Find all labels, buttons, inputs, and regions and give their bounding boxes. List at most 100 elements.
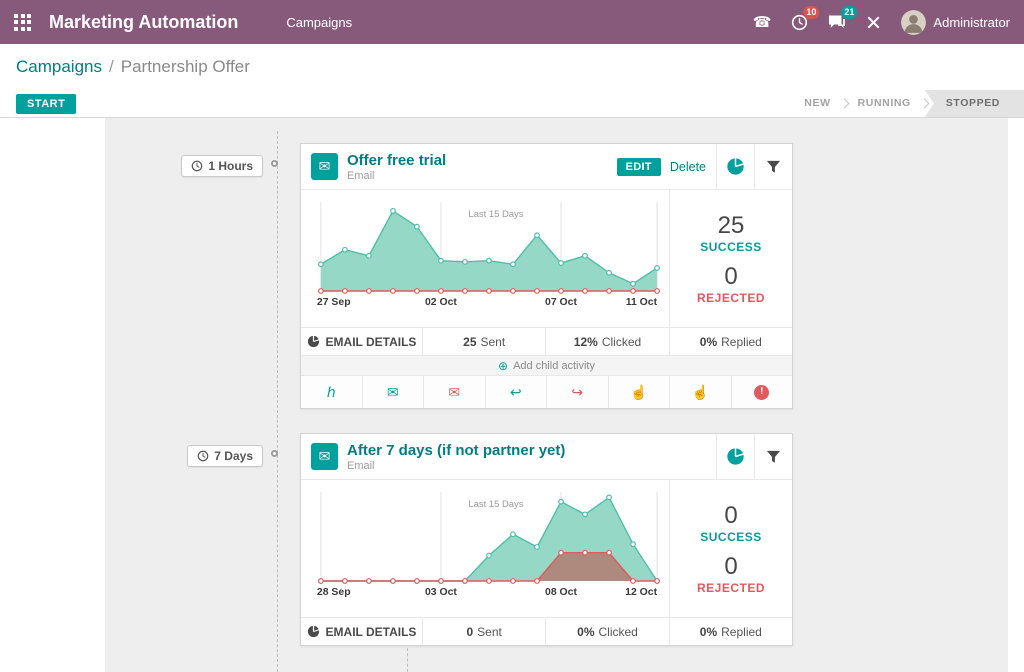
start-button[interactable]: START — [16, 94, 76, 114]
status-pipeline: NEW RUNNING STOPPED — [791, 90, 1024, 117]
app-title[interactable]: Marketing Automation — [49, 12, 238, 33]
activity-count-badge: 10 — [803, 6, 819, 19]
svg-text:28 Sep: 28 Sep — [317, 587, 351, 598]
not-replied-icon[interactable]: ↪ — [546, 376, 608, 408]
messages-icon[interactable]: 21 — [828, 14, 846, 30]
activity-kpi-panel: 25 SUCCESS 0 REJECTED — [669, 190, 792, 327]
reply-icon[interactable]: ↩ — [485, 376, 547, 408]
clicked-icon[interactable]: ☝ — [608, 376, 670, 408]
child-activity-trigger-row: ℎ✉✉↩↪☝☝! — [301, 375, 792, 408]
activity-card: ✉ Offer free trial Email EDIT Delete — [300, 143, 793, 409]
plus-circle-icon: ⊕ — [498, 360, 508, 372]
activity-title[interactable]: Offer free trial — [347, 152, 617, 169]
child-timeline-stub — [407, 648, 408, 672]
edit-button[interactable]: EDIT — [617, 158, 661, 176]
not-clicked-icon[interactable]: ☝ — [669, 376, 731, 408]
filter-button[interactable] — [754, 434, 792, 479]
activity-type-label: Email — [347, 460, 716, 472]
avatar — [901, 10, 926, 35]
sitemap-icon[interactable]: ℎ — [301, 376, 362, 408]
rejected-label: REJECTED — [697, 581, 765, 595]
success-label: SUCCESS — [700, 240, 762, 254]
email-details-button[interactable]: EMAIL DETAILS — [301, 618, 422, 645]
success-count: 25 — [718, 212, 745, 240]
activity-title[interactable]: After 7 days (if not partner yet) — [347, 442, 716, 459]
filter-funnel-icon — [766, 450, 781, 464]
svg-text:07 Oct: 07 Oct — [545, 297, 577, 308]
svg-text:Last 15 Days: Last 15 Days — [468, 499, 523, 510]
graph-toggle-button[interactable] — [716, 144, 754, 189]
clicked-stat: 12%Clicked — [545, 328, 668, 355]
sent-stat: 0Sent — [422, 618, 545, 645]
replied-stat: 0%Replied — [669, 328, 792, 355]
svg-text:08 Oct: 08 Oct — [545, 587, 577, 598]
email-details-button[interactable]: EMAIL DETAILS — [301, 328, 422, 355]
breadcrumb-campaigns[interactable]: Campaigns — [16, 57, 102, 77]
activity-card: ✉ After 7 days (if not partner yet) Emai… — [300, 433, 793, 646]
menu-campaigns[interactable]: Campaigns — [286, 15, 352, 30]
activity-card-footer: EMAIL DETAILS 0Sent 0%Clicked 0%Replied — [301, 617, 792, 645]
activity-type-label: Email — [347, 170, 617, 182]
svg-text:12 Oct: 12 Oct — [625, 587, 657, 598]
trigger-interval-label: 1 Hours — [208, 159, 253, 173]
filter-funnel-icon — [766, 160, 781, 174]
trigger-interval-badge[interactable]: 7 Days — [187, 445, 263, 467]
control-toolbar: START NEW RUNNING STOPPED — [0, 90, 1024, 118]
email-activity-icon: ✉ — [311, 153, 338, 180]
user-name: Administrator — [933, 15, 1010, 30]
trigger-interval-label: 7 Days — [214, 449, 253, 463]
status-new[interactable]: NEW — [791, 90, 843, 117]
message-count-badge: 21 — [841, 6, 857, 19]
graph-toggle-button[interactable] — [716, 434, 754, 479]
add-child-activity-button[interactable]: ⊕ Add child activity — [301, 355, 792, 375]
clock-icon — [197, 450, 209, 462]
svg-text:02 Oct: 02 Oct — [425, 297, 457, 308]
replied-stat: 0%Replied — [669, 618, 792, 645]
success-count: 0 — [724, 502, 737, 530]
svg-text:03 Oct: 03 Oct — [425, 587, 457, 598]
clock-icon — [191, 160, 203, 172]
filter-button[interactable] — [754, 144, 792, 189]
status-running[interactable]: RUNNING — [845, 90, 924, 117]
content-area: 1 Hours ✉ Offer free trial Email EDIT De… — [0, 118, 1024, 672]
success-label: SUCCESS — [700, 530, 762, 544]
activity-card-footer: EMAIL DETAILS 25Sent 12%Clicked 0%Replie… — [301, 327, 792, 355]
activity-stats-chart: Last 15 Days 28 Sep 03 Oct 08 Oct 12 Oct — [301, 480, 669, 617]
sent-stat: 25Sent — [422, 328, 545, 355]
trigger-interval-badge[interactable]: 1 Hours — [181, 155, 263, 177]
bounced-icon[interactable]: ! — [731, 376, 793, 408]
pie-chart-icon — [726, 157, 745, 176]
svg-text:27 Sep: 27 Sep — [317, 297, 351, 308]
activities-clock-icon[interactable]: 10 — [791, 14, 808, 31]
activity-card-body: Last 15 Days 28 Sep 03 Oct 08 Oct 12 Oct 0 S… — [301, 480, 792, 617]
rejected-label: REJECTED — [697, 291, 765, 305]
pie-chart-icon — [307, 335, 320, 348]
breadcrumb-separator: / — [109, 57, 114, 77]
top-navbar: Marketing Automation Campaigns ☎ 10 21 — [0, 0, 1024, 44]
activity-kpi-panel: 0 SUCCESS 0 REJECTED — [669, 480, 792, 617]
activity-stats-chart: Last 15 Days 27 Sep 02 Oct 07 Oct 11 Oct — [301, 190, 669, 327]
timeline-connector-dot — [271, 160, 278, 167]
envelope-closed-icon[interactable]: ✉ — [423, 376, 485, 408]
phone-icon[interactable]: ☎ — [753, 13, 772, 31]
status-stopped[interactable]: STOPPED — [925, 90, 1024, 117]
campaign-timeline — [277, 131, 278, 672]
breadcrumb: Campaigns / Partnership Offer — [0, 44, 1024, 90]
activity-card-header: ✉ After 7 days (if not partner yet) Emai… — [301, 434, 792, 480]
svg-text:11 Oct: 11 Oct — [626, 297, 658, 308]
user-menu[interactable]: Administrator — [901, 10, 1010, 35]
timeline-connector-dot — [271, 450, 278, 457]
rejected-count: 0 — [724, 263, 737, 291]
clicked-stat: 0%Clicked — [545, 618, 668, 645]
envelope-open-icon[interactable]: ✉ — [362, 376, 424, 408]
page-title: Partnership Offer — [121, 57, 250, 77]
apps-menu-icon[interactable] — [14, 14, 31, 31]
rejected-count: 0 — [724, 553, 737, 581]
delete-button[interactable]: Delete — [670, 160, 706, 174]
activity-card-header: ✉ Offer free trial Email EDIT Delete — [301, 144, 792, 190]
tools-icon[interactable] — [866, 15, 881, 30]
pie-chart-icon — [307, 625, 320, 638]
email-activity-icon: ✉ — [311, 443, 338, 470]
campaign-canvas: 1 Hours ✉ Offer free trial Email EDIT De… — [105, 118, 1008, 672]
svg-text:Last 15 Days: Last 15 Days — [468, 209, 523, 220]
